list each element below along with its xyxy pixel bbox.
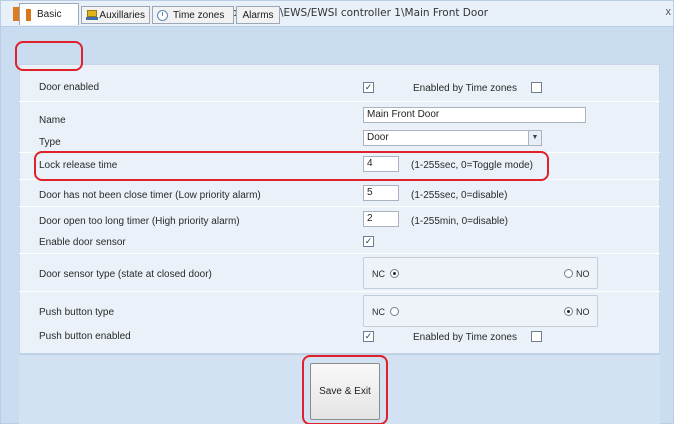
door-sensor-label: Enable door sensor — [39, 237, 126, 248]
tab-basic[interactable]: Basic — [19, 3, 79, 25]
door-sensor-checkbox[interactable]: ✓ — [363, 236, 374, 247]
tab-basic-label: Basic — [37, 9, 62, 20]
push-enabled-checkbox[interactable]: ✓ — [363, 331, 374, 342]
close-icon[interactable]: x — [666, 6, 672, 18]
door-settings-window: Portals\Portal Plus\EWS/EWSI controller … — [0, 0, 674, 424]
open-too-long-label: Door open too long timer (High priority … — [39, 216, 240, 227]
push-nc-label: NC — [372, 307, 385, 317]
lock-release-hint: (1-255sec, 0=Toggle mode) — [411, 160, 534, 171]
push-type-label: Push button type — [39, 307, 115, 318]
type-select-value: Door — [367, 132, 389, 143]
row-divider — [19, 179, 660, 180]
row-divider — [19, 206, 660, 207]
tab-alarms-label: Alarms — [242, 9, 274, 21]
not-closed-timer-input[interactable]: 5 — [363, 185, 399, 201]
lock-release-input[interactable]: 4 — [363, 156, 399, 172]
sensor-no-label: NO — [576, 269, 590, 279]
open-too-long-input[interactable]: 2 — [363, 211, 399, 227]
push-no-radio[interactable] — [564, 307, 573, 316]
tab-time-zones[interactable]: Time zones — [152, 6, 234, 24]
sensor-type-label: Door sensor type (state at closed door) — [39, 269, 212, 280]
push-nc-radio[interactable] — [390, 307, 399, 316]
push-type-group: NC NO — [363, 295, 598, 327]
tab-alarms[interactable]: Alarms — [236, 6, 280, 24]
door-enabled-tz-label: Enabled by Time zones — [413, 83, 517, 94]
push-enabled-label: Push button enabled — [39, 331, 131, 342]
row-divider — [19, 101, 660, 102]
tab-auxillaries[interactable]: Auxillaries — [81, 6, 150, 24]
clock-icon — [157, 9, 168, 21]
tab-auxillaries-label: Auxillaries — [99, 9, 145, 21]
sensor-type-group: NC NO — [363, 257, 598, 289]
save-exit-button[interactable]: Save & Exit — [310, 363, 380, 420]
sensor-nc-radio[interactable] — [390, 269, 399, 278]
door-enabled-checkbox[interactable]: ✓ — [363, 82, 374, 93]
door-enabled-tz-checkbox[interactable] — [531, 82, 542, 93]
push-enabled-tz-label: Enabled by Time zones — [413, 332, 517, 343]
sensor-nc-label: NC — [372, 269, 385, 279]
type-label: Type — [39, 137, 61, 148]
type-select[interactable]: Door ▼ — [363, 130, 542, 146]
push-enabled-tz-checkbox[interactable] — [531, 331, 542, 342]
auxiliaries-icon — [86, 10, 99, 20]
name-label: Name — [39, 115, 66, 126]
row-divider — [19, 253, 660, 254]
sensor-no-radio[interactable] — [564, 269, 573, 278]
door-icon — [26, 8, 31, 21]
row-divider — [19, 291, 660, 292]
not-closed-timer-hint: (1-255sec, 0=disable) — [411, 190, 508, 201]
not-closed-timer-label: Door has not been close timer (Low prior… — [39, 190, 261, 201]
door-enabled-label: Door enabled — [39, 82, 100, 93]
row-divider — [19, 152, 660, 153]
open-too-long-hint: (1-255min, 0=disable) — [411, 216, 508, 227]
chevron-down-icon[interactable]: ▼ — [528, 131, 541, 145]
lock-release-label: Lock release time — [39, 160, 118, 171]
name-input[interactable]: Main Front Door — [363, 107, 586, 123]
tab-time-zones-label: Time zones — [173, 9, 225, 21]
push-no-label: NO — [576, 307, 590, 317]
